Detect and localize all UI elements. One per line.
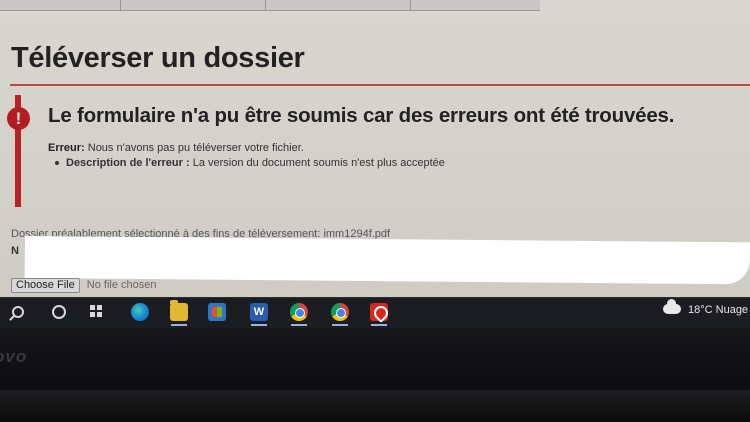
edge-icon[interactable] — [131, 303, 149, 321]
chrome-icon[interactable] — [290, 303, 308, 321]
choose-file-button[interactable]: Choose File — [11, 278, 80, 293]
search-icon — [12, 306, 24, 318]
error-description-item: Description de l'erreur : La version du … — [55, 157, 445, 169]
active-app-indicator — [171, 324, 187, 326]
acrobat-icon[interactable] — [370, 303, 388, 321]
error-heading: Le formulaire n'a pu être soumis car des… — [48, 104, 675, 127]
error-description-label: Description de l'erreur : — [66, 157, 190, 169]
chrome-icon[interactable] — [331, 303, 349, 321]
cloud-icon[interactable] — [663, 299, 681, 314]
file-input[interactable]: Choose File No file chosen — [11, 278, 156, 293]
no-file-chosen-label: No file chosen — [86, 279, 157, 291]
store-icon[interactable] — [208, 303, 226, 321]
weather-widget-text[interactable]: 18°C Nuage — [688, 304, 748, 316]
error-icon: ! — [7, 107, 30, 130]
active-app-indicator — [251, 324, 267, 326]
error-description-text: La version du document soumis n'est plus… — [192, 157, 445, 169]
file-explorer-icon[interactable] — [170, 300, 188, 321]
task-view-button[interactable] — [80, 298, 116, 328]
task-view-icon — [90, 305, 102, 317]
name-field-label: N — [11, 245, 19, 257]
active-app-indicator — [371, 324, 387, 326]
search-button[interactable] — [0, 298, 36, 328]
cortana-button[interactable] — [40, 298, 76, 328]
error-text: Nous n'avons pas pu téléverser votre fic… — [87, 142, 304, 154]
error-message: Erreur: Nous n'avons pas pu téléverser v… — [48, 142, 304, 154]
page-title: Téléverser un dossier — [11, 42, 305, 74]
title-divider — [10, 84, 750, 86]
laptop-hinge — [0, 390, 750, 422]
windows-taskbar: W 18°C Nuage — [0, 297, 750, 328]
word-icon[interactable]: W — [250, 303, 268, 321]
page-top-table-edge — [0, 0, 540, 11]
laptop-bezel: ovo — [0, 328, 750, 422]
laptop-brand-logo: ovo — [0, 347, 28, 366]
active-app-indicator — [291, 324, 307, 326]
bullet — [55, 161, 59, 165]
browser-page: Téléverser un dossier ! Le formulaire n'… — [0, 0, 750, 297]
active-app-indicator — [332, 324, 348, 326]
cortana-icon — [52, 305, 66, 319]
error-label: Erreur: — [48, 142, 85, 154]
